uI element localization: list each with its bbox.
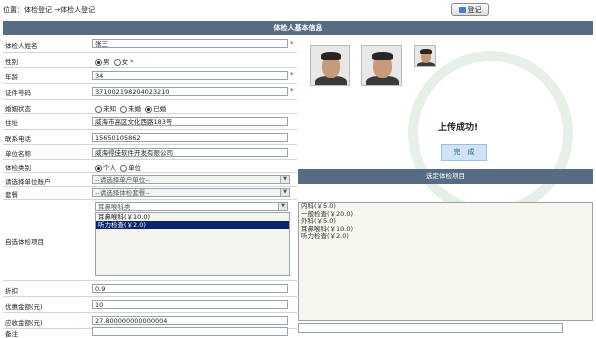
row-marital: 婚姻状态 未知 未婚 已婚 [3,100,297,114]
receivable-label: 应收金额(元) [5,319,43,327]
remark-label: 备注 [5,330,18,338]
list-item[interactable]: 一般检查(￥20.0) [299,210,592,219]
package-value: --请选择体检套餐-- [95,189,150,197]
category-personal-label: 个人 [103,164,116,172]
row-unit-account: 请选择单位账户 --请选择单户单位-- ▼ [3,173,297,187]
unit-account-select[interactable]: --请选择单户单位-- ▼ [92,175,290,184]
self-select-label: 自选体检项目 [5,238,44,246]
row-gender: 性别 男 女 * [3,53,297,68]
marital-unknown-label: 未知 [103,105,116,113]
marital-single-label: 未婚 [128,105,142,113]
list-item[interactable]: 听力检查(￥2.0) [299,232,592,241]
dept-select[interactable]: 耳鼻喉科类 ▼ [95,202,288,211]
phone-label: 联系电话 [5,135,31,143]
name-label: 体检人姓名 [5,42,38,50]
required-mark: * [290,87,294,95]
age-input[interactable]: 34 [92,71,288,80]
list-item[interactable]: 耳鼻喉科(￥10.0) [96,213,289,221]
age-label: 年龄 [5,73,18,81]
address-label: 住址 [5,119,18,127]
upload-success-text: 上传成功! [438,123,479,133]
preferential-input[interactable]: 10 [92,300,288,309]
gender-female-label: 女 [121,58,129,66]
items-listbox[interactable]: 耳鼻喉科(￥10.0) 听力检查(￥2.0) [95,212,290,276]
category-unit-radio[interactable] [120,164,128,172]
row-phone: 联系电话 15650105862 [3,130,297,145]
selected-items-list[interactable]: 内科(￥5.0) 一般检查(￥20.0) 外科(￥5.0) 耳鼻喉科(￥10.0… [298,202,593,321]
marital-married-label: 已婚 [153,105,167,113]
category-radios: 个人 单位 [95,162,141,172]
decorative-arc [408,51,573,216]
package-select[interactable]: --请选择体检套餐-- ▼ [92,188,290,197]
id-input[interactable]: 371002198204023210 [92,87,288,96]
row-address: 住址 威海市高区文化西路183号 [3,114,297,130]
dept-select-value: 耳鼻喉科类 [98,203,131,211]
discount-label: 折扣 [5,287,18,295]
required-mark: * [290,71,294,79]
receivable-input[interactable]: 27.800000000000004 [92,316,288,325]
gender-male-label: 男 [103,58,110,66]
register-button-label: 登记 [467,5,482,14]
chevron-down-icon: ▼ [278,203,287,210]
register-icon [458,6,466,13]
photo-thumb-small [414,45,436,67]
company-input[interactable]: 威海得佳软件开发有限公司 [92,148,288,157]
address-input[interactable]: 威海市高区文化西路183号 [92,117,288,126]
row-remark: 备注 [3,327,297,338]
row-name: 体检人姓名 张三 * [3,36,297,53]
phone-input[interactable]: 15650105862 [92,133,288,142]
marital-married-radio[interactable] [145,105,153,113]
done-button[interactable]: 完 成 [441,144,487,161]
row-age: 年龄 34 * [3,68,297,84]
unit-account-value: --请选择单户单位-- [95,176,150,184]
package-label: 套餐 [5,191,18,199]
marital-unknown-radio[interactable] [95,105,102,113]
category-unit-label: 单位 [128,164,142,172]
page-title: 体检人基本信息 [3,21,593,35]
category-personal-radio[interactable] [95,164,102,172]
top-bar: 位置：体检登记 →体检人登记 登记 [0,0,596,18]
list-item[interactable]: 听力检查(￥2.0) [96,221,289,229]
required-mark: * [130,58,134,66]
register-button[interactable]: 登记 [451,3,489,16]
name-input[interactable]: 张三 [92,39,288,48]
row-discount: 折扣 0.9 [3,281,297,297]
photo-thumb-medium [361,45,402,86]
gender-radios: 男 女 * [95,56,133,66]
gender-female-radio[interactable] [113,58,121,66]
category-label: 体检类别 [5,164,31,172]
row-preferential: 优惠金额(元) 10 [3,297,297,313]
row-self-select: 自选体检项目 耳鼻喉科类 ▼ 耳鼻喉科(￥10.0) 听力检查(￥2.0) [3,200,297,281]
row-id: 证件号码 371002198204023210 * [3,84,297,100]
marital-single-radio[interactable] [120,105,128,113]
chevron-down-icon: ▼ [280,189,289,196]
selected-items-title: 选定体检项目 [298,169,593,184]
unit-account-label: 请选择单位账户 [5,178,51,186]
row-company: 单位名称 威海得佳软件开发有限公司 [3,145,297,160]
gender-male-radio[interactable] [95,58,102,66]
id-label: 证件号码 [5,89,31,97]
required-mark: * [290,40,294,48]
discount-input[interactable]: 0.9 [92,284,288,293]
marital-label: 婚姻状态 [5,105,31,113]
remark-input[interactable] [92,327,288,336]
company-label: 单位名称 [5,150,31,158]
row-category: 体检类别 个人 单位 [3,160,297,173]
photo-thumb-large [310,45,350,86]
gender-label: 性别 [5,58,18,66]
preferential-label: 优惠金额(元) [5,303,43,311]
chevron-down-icon: ▼ [280,176,289,183]
photo-pane: 上传成功! 完 成 [298,36,593,216]
marital-radios: 未知 未婚 已婚 [95,103,166,113]
remark-extension [298,323,563,333]
row-package: 套餐 --请选择体检套餐-- ▼ [3,187,297,200]
breadcrumb: 位置：体检登记 →体检人登记 [3,6,96,14]
